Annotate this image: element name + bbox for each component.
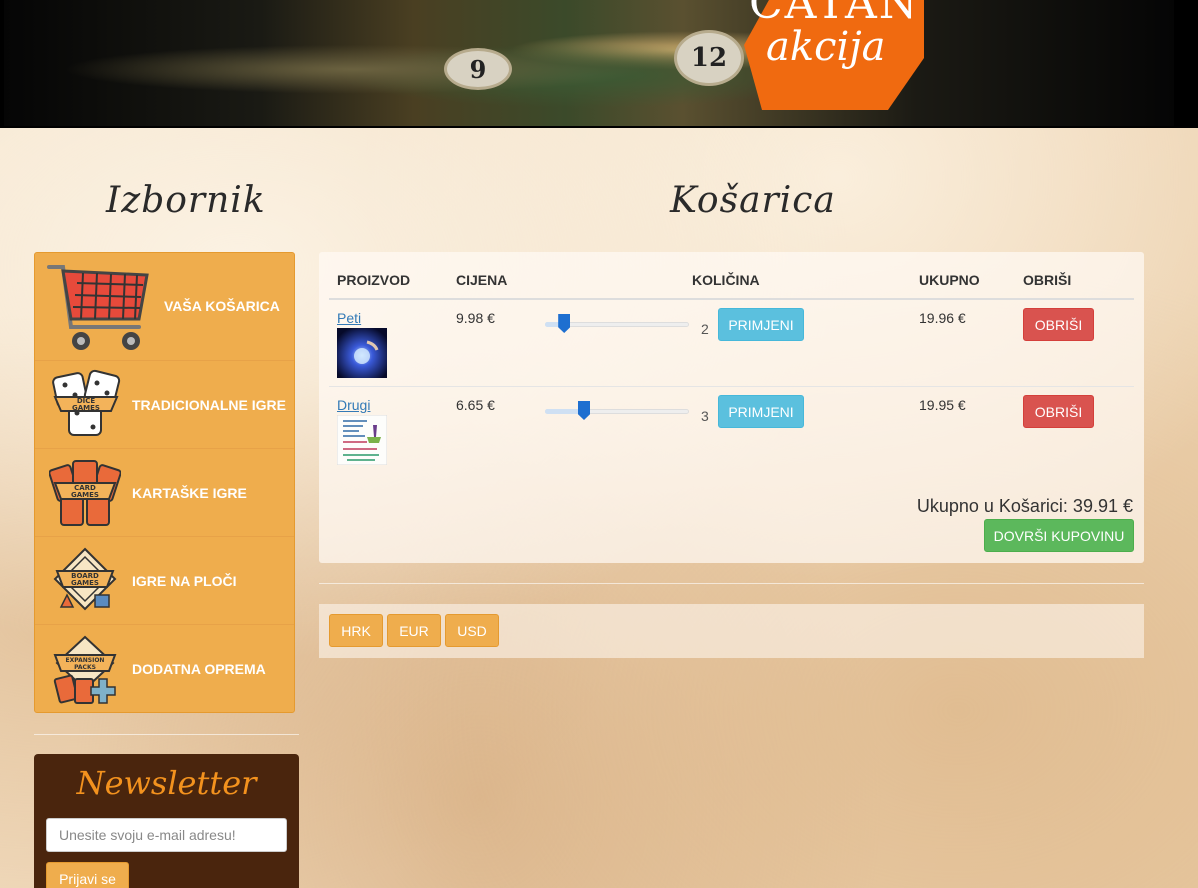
- quantity-value: 2: [701, 321, 709, 337]
- column-header-product: PROIZVOD: [337, 272, 411, 288]
- newsletter-submit-button[interactable]: Prijavi se: [46, 862, 129, 888]
- delete-item-button[interactable]: OBRIŠI: [1023, 308, 1094, 341]
- column-header-quantity: KOLIČINA: [692, 272, 760, 288]
- product-thumbnail[interactable]: [337, 415, 387, 465]
- currency-button-eur[interactable]: EUR: [387, 614, 441, 647]
- cart-table-panel: PROIZVOD CIJENA KOLIČINA UKUPNO OBRIŠI P…: [319, 252, 1144, 563]
- sidebar-item-cart[interactable]: VAŠA KOŠARICA: [35, 253, 294, 361]
- svg-text:PACKS: PACKS: [74, 664, 96, 671]
- newsletter-title: Newsletter: [76, 764, 257, 802]
- apply-quantity-button[interactable]: PRIMJENI: [718, 308, 804, 341]
- card-games-icon: CARD GAMES: [49, 460, 121, 526]
- product-link[interactable]: Peti: [337, 310, 361, 326]
- delete-item-button[interactable]: OBRIŠI: [1023, 395, 1094, 428]
- slider-handle[interactable]: [578, 401, 590, 420]
- shopping-cart-icon: [47, 265, 149, 350]
- product-thumbnail[interactable]: [337, 328, 387, 378]
- sidebar-item-label: KARTAŠKE IGRE: [132, 485, 247, 501]
- cart-total: Ukupno u Košarici: 39.91 €: [916, 496, 1133, 516]
- svg-text:EXPANSION: EXPANSION: [66, 657, 105, 664]
- quantity-value: 3: [701, 408, 709, 424]
- column-header-delete: OBRIŠI: [1023, 272, 1072, 288]
- apply-quantity-button[interactable]: PRIMJENI: [718, 395, 804, 428]
- sidebar-item-label: VAŠA KOŠARICA: [164, 298, 280, 314]
- expansion-packs-icon: EXPANSION PACKS: [53, 635, 117, 704]
- svg-text:GAMES: GAMES: [71, 579, 99, 587]
- sidebar-item-board-games[interactable]: BOARD GAMES IGRE NA PLOČI: [35, 537, 294, 625]
- sidebar-item-label: TRADICIONALNE IGRE: [132, 397, 286, 413]
- sidebar-menu: VAŠA KOŠARICA DICE GAMES TRADICIONALNE I…: [34, 252, 295, 713]
- quantity-slider[interactable]: [545, 401, 689, 423]
- catan-promo-image[interactable]: 9 12 CATAN akcija: [4, 0, 1174, 126]
- product-link[interactable]: Drugi: [337, 397, 370, 413]
- number-token: 12: [674, 30, 744, 86]
- header-divider: [329, 298, 1134, 300]
- sidebar-item-traditional-games[interactable]: DICE GAMES TRADICIONALNE IGRE: [35, 361, 294, 449]
- currency-button-hrk[interactable]: HRK: [329, 614, 383, 647]
- sidebar-item-accessories[interactable]: EXPANSION PACKS DODATNA OPREMA: [35, 625, 294, 713]
- header-banner: 9 12 CATAN akcija: [0, 0, 1198, 128]
- price-cell: 6.65 €: [456, 397, 495, 413]
- sidebar-item-label: DODATNA OPREMA: [132, 661, 266, 677]
- cart-heading: Košarica: [670, 180, 836, 221]
- sidebar-item-card-games[interactable]: CARD GAMES KARTAŠKE IGRE: [35, 449, 294, 537]
- currency-panel: HRK EUR USD: [319, 604, 1144, 658]
- sidebar-item-label: IGRE NA PLOČI: [132, 573, 237, 589]
- column-header-total: UKUPNO: [919, 272, 980, 288]
- dice-games-icon: DICE GAMES: [52, 369, 121, 436]
- content-divider: [319, 583, 1144, 584]
- newsletter-email-input[interactable]: [46, 818, 287, 852]
- row-divider: [329, 386, 1134, 387]
- number-token: 9: [444, 48, 512, 90]
- slider-handle[interactable]: [558, 314, 571, 333]
- promo-subtitle: akcija: [766, 24, 886, 70]
- row-total-cell: 19.95 €: [919, 397, 966, 413]
- quantity-slider[interactable]: [545, 314, 689, 336]
- currency-button-usd[interactable]: USD: [445, 614, 499, 647]
- price-cell: 9.98 €: [456, 310, 495, 326]
- checkout-button[interactable]: DOVRŠI KUPOVINU: [984, 519, 1134, 552]
- row-total-cell: 19.96 €: [919, 310, 966, 326]
- sidebar-heading: Izbornik: [106, 180, 266, 221]
- newsletter-box: Newsletter Prijavi se: [34, 754, 299, 888]
- svg-text:GAMES: GAMES: [72, 404, 100, 412]
- column-header-price: CIJENA: [456, 272, 508, 288]
- sidebar-divider: [34, 734, 299, 735]
- svg-text:GAMES: GAMES: [71, 491, 99, 499]
- board-games-icon: BOARD GAMES: [53, 547, 117, 611]
